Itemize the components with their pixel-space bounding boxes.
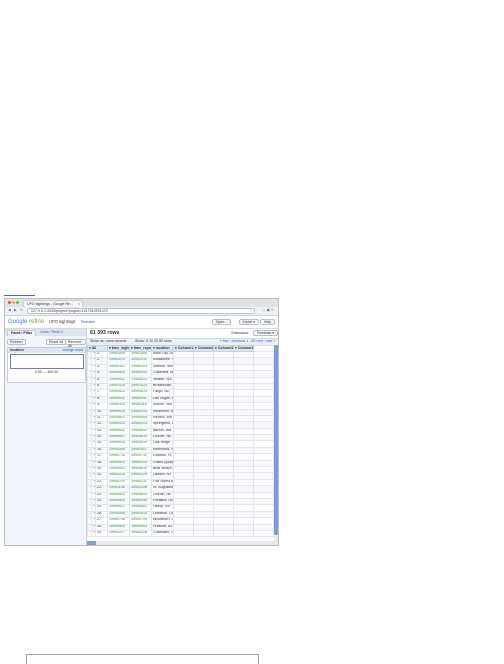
facet-header: location change reset <box>8 348 85 353</box>
logo-refine: refine <box>29 319 45 325</box>
minimize-window-icon[interactable] <box>12 301 15 304</box>
extensions-bar: Extensions: Freebase ▾ <box>228 330 278 337</box>
row-count: 61 393 rows <box>90 330 120 336</box>
cell-location: Coldwater, OH <box>151 529 174 538</box>
address-bar-url: 127.0.0.1:3333/project?project=141751093… <box>31 309 108 313</box>
column-header-label: Column3 <box>217 345 234 350</box>
data-table: ▾ All ▾ time_sighted ▾ time_reported ▾ l… <box>87 345 274 538</box>
table-body: ☆⚑1.1995100919951009Iowa City, IA☆⚑2.199… <box>87 350 274 538</box>
horizontal-scrollbar[interactable] <box>87 541 278 545</box>
column-header-label: location <box>155 345 170 350</box>
app-logo[interactable]: Google refine <box>8 319 44 325</box>
facet-title: location <box>10 348 24 352</box>
project-title-area: UFO sightings Permalink <box>49 319 95 324</box>
bottom-input-box[interactable] <box>26 654 259 664</box>
browser-actions: ☆▣✎ <box>262 308 275 313</box>
horizontal-scroll-thumb[interactable] <box>87 541 96 545</box>
remove-all-button[interactable]: Remove All <box>65 339 86 347</box>
forward-icon[interactable]: ▶ <box>14 308 17 313</box>
cell-empty <box>233 529 254 538</box>
numeric-facet: location change reset 0.00 — 400.00 <box>7 347 86 383</box>
browser-tab-strip: UFO sightings - Google Re... × <box>5 299 278 307</box>
vertical-scroll-thumb[interactable] <box>274 345 278 535</box>
open-button[interactable]: Open... <box>211 319 231 325</box>
facet-range-label: 0.00 — 400.00 <box>34 370 59 374</box>
close-window-icon[interactable] <box>8 301 11 304</box>
extensions-label: Extensions: <box>231 331 250 335</box>
facet-links[interactable]: change reset <box>62 348 83 353</box>
show-as-toggle[interactable]: Show as: rows records <box>90 339 126 344</box>
logo-google: Google <box>8 319 28 325</box>
permalink-link[interactable]: Permalink <box>81 320 95 324</box>
column-header-label: time_reported <box>133 345 151 350</box>
wrench-icon[interactable]: ✎ <box>271 308 275 312</box>
left-panel-tabs: Facet / Filter Undo / Redo 0 <box>5 329 86 336</box>
column-header-label: Column1 <box>177 345 194 350</box>
window-controls <box>8 301 20 306</box>
cell-empty <box>193 529 214 538</box>
left-panel: Facet / Filter Undo / Redo 0 Refresh Res… <box>5 329 87 545</box>
refine-window: UFO sightings - Google Re... × ◀ ▶ ↻ 127… <box>4 298 279 546</box>
app-header: Google refine UFO sightings Permalink Op… <box>5 316 278 329</box>
browser-toolbar: ◀ ▶ ↻ 127.0.0.1:3333/project?project=141… <box>5 307 278 316</box>
refresh-button[interactable]: Refresh <box>7 339 26 345</box>
browser-tab[interactable]: UFO sightings - Google Re... × <box>23 300 83 307</box>
top-link-underline <box>4 295 35 296</box>
page-size-selector[interactable]: Show: 5 10 25 50 rows <box>135 339 172 344</box>
column-header-label: time_sighted <box>111 345 129 350</box>
project-name[interactable]: UFO sightings <box>49 319 76 324</box>
data-view: 61 393 rows Extensions: Freebase ▾ Show a… <box>87 329 278 545</box>
freebase-button[interactable]: Freebase ▾ <box>253 330 278 336</box>
pagination[interactable]: « first ‹ previous 1 - 50 next › last » <box>220 339 275 344</box>
close-tab-icon[interactable]: × <box>78 302 80 307</box>
reset-all-button[interactable]: Reset All <box>46 339 67 345</box>
vertical-scrollbar[interactable] <box>274 345 278 541</box>
column-header-label: All <box>91 345 97 350</box>
zoom-window-icon[interactable] <box>16 301 19 304</box>
reload-icon[interactable]: ↻ <box>20 308 23 313</box>
table-row[interactable]: ☆⚑29.1995022719950228Coldwater, OH <box>87 529 274 538</box>
column-header-label: Column4 <box>237 345 254 350</box>
back-icon[interactable]: ◀ <box>8 308 11 313</box>
address-bar[interactable]: 127.0.0.1:3333/project?project=141751093… <box>27 308 255 314</box>
column-header-label: Column2 <box>197 345 214 350</box>
cell-empty <box>253 529 274 538</box>
row-number: 29. <box>95 529 108 538</box>
cell-time-sighted: 19950227 <box>107 529 130 538</box>
facet-histogram[interactable] <box>10 354 84 369</box>
help-button[interactable]: Help <box>260 319 275 325</box>
tab-undo-redo[interactable]: Undo / Redo 0 <box>37 330 66 336</box>
export-button[interactable]: Export ▾ <box>238 319 259 325</box>
cell-empty <box>173 529 194 538</box>
tab-facet-filter[interactable]: Facet / Filter <box>7 330 37 336</box>
cell-time-reported: 19950228 <box>129 529 152 538</box>
cell-empty <box>213 529 234 538</box>
browser-tab-title: UFO sightings - Google Re... <box>27 301 74 306</box>
